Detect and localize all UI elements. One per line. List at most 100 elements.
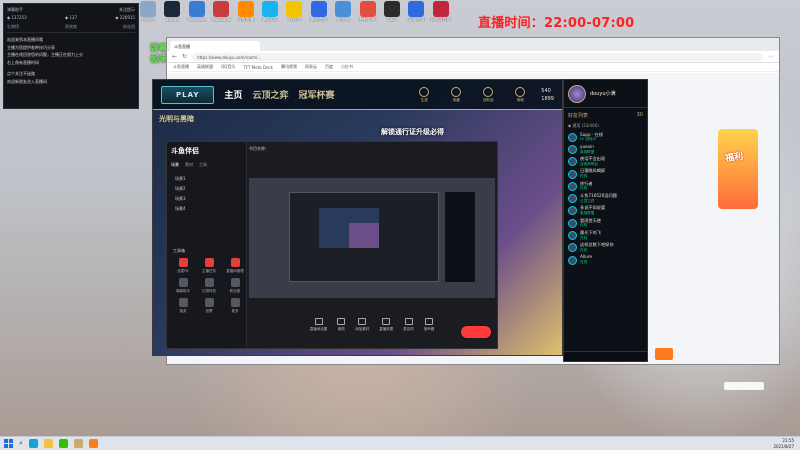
control-button[interactable]: 直播效果: [379, 318, 393, 340]
friend-item[interactable]: 徐行者 在线: [564, 180, 647, 192]
control-button[interactable]: 美颜: [337, 318, 346, 340]
nav-clash[interactable]: 冠军杯赛: [298, 88, 334, 101]
tab-assets[interactable]: 素材: [185, 162, 193, 168]
desktop-icon[interactable]: 网易云音乐: [429, 1, 453, 22]
friend-item[interactable]: 日落晚风喝醉 在线: [564, 168, 647, 180]
stream-topbar: 节目名称：: [249, 144, 495, 154]
control-button[interactable]: 添加素材: [355, 318, 369, 340]
tool-item[interactable]: 粉丝团: [223, 278, 247, 294]
address-bar[interactable]: https://www.douyu.com/room/...: [192, 52, 763, 61]
scene-item[interactable]: 场景3: [175, 194, 238, 204]
desktop-icon-label: 网易云音乐: [430, 17, 451, 22]
control-button[interactable]: 麦克风: [403, 318, 414, 340]
avatar[interactable]: [568, 84, 586, 103]
desktop-icon[interactable]: WeGame: [185, 1, 209, 22]
friend-item[interactable]: yuexin 英雄联盟: [564, 143, 647, 155]
desktop-icon[interactable]: 腾讯QQ: [258, 1, 282, 22]
tool-item[interactable]: 更多: [223, 298, 247, 314]
friend-item[interactable]: 夜话不会出现 召唤师峡谷: [564, 156, 647, 168]
orange-button[interactable]: [655, 348, 673, 360]
desktop-icon[interactable]: OBS: [380, 1, 404, 22]
tab-tools[interactable]: 工具: [199, 162, 207, 168]
desktop-icon[interactable]: 控制面板: [356, 1, 380, 22]
bookmark-item[interactable]: 腾讯视频: [281, 64, 297, 70]
tool-item[interactable]: 投票: [197, 298, 221, 314]
notice-line: 主播在线回答您的问题，主播正在努力上分: [7, 52, 83, 57]
tool-item[interactable]: 主播任务: [197, 258, 221, 274]
folder-icon[interactable]: [43, 439, 53, 448]
store-icon[interactable]: 商城: [509, 86, 531, 103]
douyu-taskbar-icon[interactable]: [88, 439, 98, 448]
desktop-icon[interactable]: Steam: [160, 1, 184, 22]
scene-item[interactable]: 场景2: [175, 184, 238, 194]
desktop-icon-label: 英雄联盟: [408, 17, 425, 22]
panel-stat-3: ◆ 226915: [115, 15, 135, 20]
back-icon[interactable]: ←: [172, 53, 177, 60]
scene-item[interactable]: 场景1: [175, 174, 238, 184]
bookmark-item[interactable]: 网易云: [305, 64, 317, 70]
bookmark-item[interactable]: 小红书: [341, 64, 353, 70]
control-label: 麦克风: [403, 327, 414, 331]
wechat-icon[interactable]: [58, 439, 68, 448]
tool-item[interactable]: 抽奖: [171, 298, 195, 314]
friend-item[interactable]: Allure 在线: [564, 254, 647, 266]
desktop-icon-label: 控制面板: [359, 17, 376, 22]
nav-home[interactable]: 主页: [224, 88, 242, 101]
friend-item[interactable]: 晨光下的飞 在线: [564, 229, 647, 241]
bookmark-item[interactable]: TFT Meta Deck: [243, 65, 273, 70]
windows-start-icon[interactable]: [4, 439, 13, 448]
rp-value: 540: [541, 87, 551, 94]
control-button[interactable]: 扬声器: [424, 318, 434, 340]
tool-item[interactable]: 礼物特效: [197, 278, 221, 294]
tool-icon: [230, 278, 240, 287]
promo-banner[interactable]: [718, 129, 758, 209]
profile-icon[interactable]: 生涯: [413, 86, 435, 103]
desktop-icon[interactable]: 斗鱼直播: [234, 1, 258, 22]
bookmark-item[interactable]: 英雄联盟: [197, 64, 213, 70]
edge-icon[interactable]: [28, 439, 38, 448]
loot-icon[interactable]: 战利品: [477, 86, 499, 103]
tab-scenes[interactable]: 场景: [171, 162, 179, 168]
friend-avatar: [568, 157, 577, 167]
play-button[interactable]: PLAY: [161, 85, 215, 104]
reload-icon[interactable]: ↻: [182, 53, 187, 60]
friends-section: 好友列表 30: [564, 108, 647, 121]
lol-taskbar-icon[interactable]: [73, 439, 83, 448]
go-live-button[interactable]: [461, 326, 491, 338]
search-icon[interactable]: ⌕: [19, 439, 23, 448]
friend-item[interactable]: 斗鱼716520没问题 云顶之弈: [564, 192, 647, 204]
desktop-icon[interactable]: 此电脑: [331, 1, 355, 22]
panel-follow[interactable]: 关注提示: [119, 6, 135, 14]
desktop-icon[interactable]: 回收站: [136, 1, 160, 22]
browser-tab[interactable]: 斗鱼直播: [170, 41, 260, 51]
friends-group[interactable]: ◆ 通用 (33/466): [564, 121, 647, 131]
stream-sidebar: 斗鱼伴侣 场景 素材 工具 场景1 场景2 场景3 场景4 工具箱 连麦PK 主播…: [167, 142, 247, 348]
bookmark-item[interactable]: 斗鱼直播: [173, 64, 189, 70]
lol-promo[interactable]: 解锁通行证升级必得: [381, 127, 444, 137]
system-tray[interactable]: 21:55 2021/8/27: [773, 438, 794, 449]
streaming-app: 斗鱼伴侣 场景 素材 工具 场景1 场景2 场景3 场景4 工具箱 连麦PK 主播…: [166, 141, 498, 349]
panel-tab-gifts[interactable]: 礼物榜: [7, 24, 19, 30]
desktop-icon[interactable]: 腾讯会议: [307, 1, 331, 22]
friend-item[interactable]: 多说不如说要 英雄联盟: [564, 205, 647, 217]
nav-tft[interactable]: 云顶之弈: [252, 88, 288, 101]
friend-item[interactable]: Supp · 在线 LV 游戏中: [564, 131, 647, 143]
control-button[interactable]: 直播间设置: [310, 318, 327, 340]
collection-icon[interactable]: 收藏: [445, 86, 467, 103]
tool-item[interactable]: 弹幕助手: [171, 278, 195, 294]
desktop-icon[interactable]: WeGame: [209, 1, 233, 22]
tool-item[interactable]: 直播间管理: [223, 258, 247, 274]
desktop-icon[interactable]: 英雄联盟: [404, 1, 428, 22]
menu-icon[interactable]: ⋯: [768, 53, 774, 60]
app-icon: [261, 1, 278, 17]
panel-tab-fans[interactable]: 粉丝团: [123, 24, 135, 30]
bookmark-item[interactable]: QQ音乐: [221, 64, 235, 70]
friend-item[interactable]: 这样总数下吧探你 在线: [564, 242, 647, 254]
tool-icon: [178, 278, 188, 287]
friend-item[interactable]: 冒雨赏天使 在线: [564, 217, 647, 229]
desktop-icon[interactable]: YY语音: [282, 1, 306, 22]
tool-item[interactable]: 连麦PK: [171, 258, 195, 274]
bookmark-item[interactable]: 百度: [325, 64, 333, 70]
scene-item[interactable]: 场景4: [175, 204, 238, 214]
panel-tab-vip[interactable]: 贵宾席: [65, 24, 77, 30]
